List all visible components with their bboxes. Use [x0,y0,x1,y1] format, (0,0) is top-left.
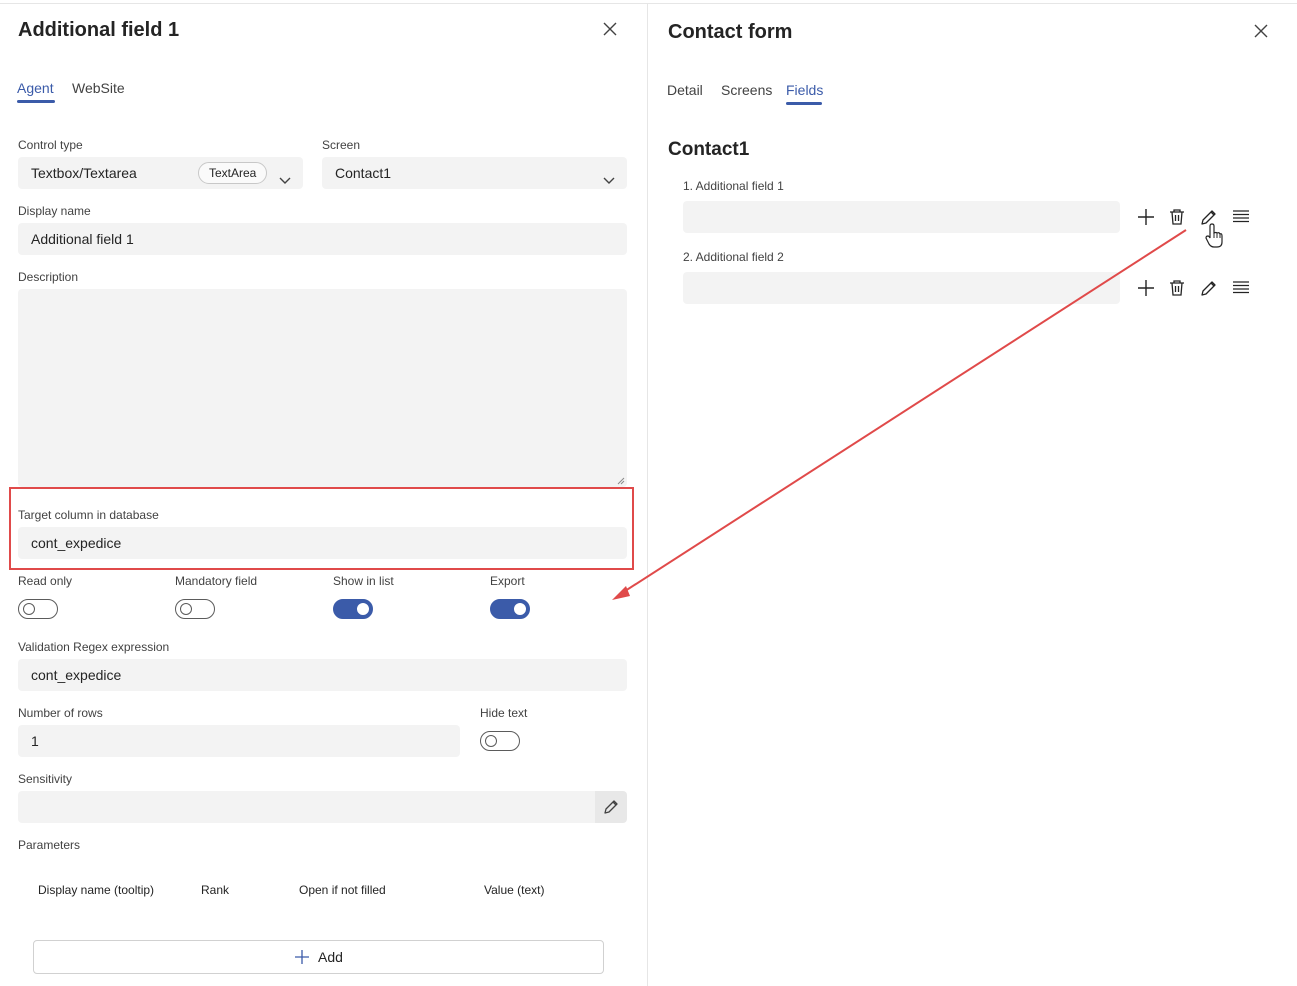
target-column-input[interactable]: cont_expedice [18,527,627,559]
mandatory-field-label: Mandatory field [175,574,258,588]
export-toggle[interactable] [490,599,530,619]
screen-label: Screen [322,138,361,152]
parameters-label: Parameters [18,838,81,852]
param-col-rank: Rank [201,883,230,897]
validation-label: Validation Regex expression [18,640,170,654]
pencil-icon [604,800,618,814]
top-border [0,3,1297,4]
left-close-icon[interactable] [602,21,618,37]
right-panel-title: Contact form [668,21,793,43]
sensitivity-input[interactable] [18,791,595,823]
description-textarea[interactable] [18,289,627,487]
hide-text-toggle[interactable] [480,731,520,751]
field-1-preview[interactable] [683,201,1120,233]
sensitivity-edit-button[interactable] [595,791,627,823]
add-button-label: Add [318,949,343,965]
reorder-icon[interactable] [1231,207,1251,227]
panel-divider [647,3,648,986]
tab-agent[interactable]: Agent [17,80,54,96]
control-type-label: Control type [18,138,83,152]
field-2-label: 2. Additional field 2 [683,250,784,264]
field-1-label: 1. Additional field 1 [683,179,784,193]
plus-icon [295,950,310,964]
hand-cursor-icon [1204,223,1224,249]
reorder-icon[interactable] [1231,278,1251,298]
tab-website[interactable]: WebSite [72,80,125,96]
resize-handle-icon[interactable] [617,477,625,485]
validation-input[interactable]: cont_expedice [18,659,627,691]
mandatory-field-toggle[interactable] [175,599,215,619]
control-type-value: Textbox/Textarea [31,165,137,181]
add-parameter-button[interactable]: Add [33,940,604,974]
chevron-down-icon [278,166,292,184]
read-only-toggle[interactable] [18,599,58,619]
sensitivity-label: Sensitivity [18,772,73,786]
section-title: Contact1 [668,139,750,160]
tab-agent-underline [17,100,55,103]
display-name-label: Display name [18,204,91,218]
rows-input[interactable]: 1 [18,725,460,757]
display-name-input[interactable]: Additional field 1 [18,223,627,255]
right-close-icon[interactable] [1253,23,1269,39]
hide-text-label: Hide text [480,706,528,720]
description-label: Description [18,270,79,284]
plus-icon[interactable] [1136,278,1156,298]
left-panel-title: Additional field 1 [18,19,180,41]
field-2-preview[interactable] [683,272,1120,304]
export-label: Export [490,574,525,588]
target-column-label: Target column in database [18,508,159,522]
control-type-select[interactable]: Textbox/Textarea TextArea [18,157,303,189]
textarea-chip: TextArea [198,162,268,184]
rows-label: Number of rows [18,706,103,720]
chevron-down-icon [602,166,616,184]
trash-icon[interactable] [1167,207,1187,227]
trash-icon[interactable] [1167,278,1187,298]
tab-fields[interactable]: Fields [786,82,823,98]
screen-select[interactable]: Contact1 [322,157,627,189]
param-col-value: Value (text) [484,883,545,897]
screen-value: Contact1 [335,165,392,181]
param-col-open-if-not-filled: Open if not filled [299,883,386,897]
pencil-icon[interactable] [1199,278,1219,298]
show-in-list-toggle[interactable] [333,599,373,619]
plus-icon[interactable] [1136,207,1156,227]
show-in-list-label: Show in list [333,574,394,588]
tab-screens[interactable]: Screens [721,82,772,98]
tab-fields-underline [786,102,822,105]
read-only-label: Read only [18,574,73,588]
tab-detail[interactable]: Detail [667,82,703,98]
param-col-display-name: Display name (tooltip) [38,883,155,897]
